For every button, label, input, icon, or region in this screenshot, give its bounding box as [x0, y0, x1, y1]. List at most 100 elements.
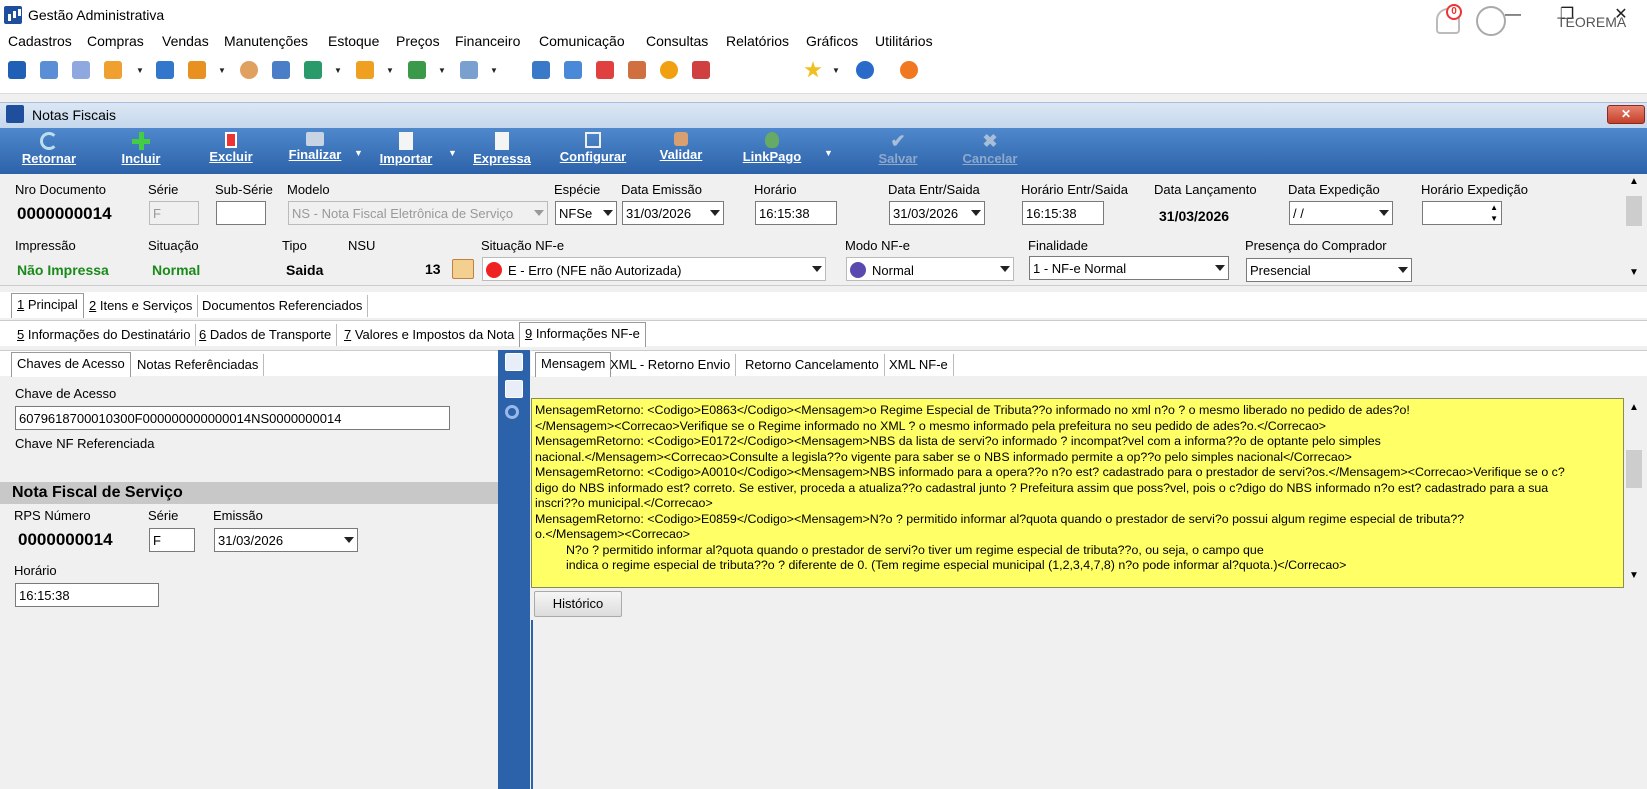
- menu-estoque[interactable]: Estoque: [328, 33, 379, 49]
- menu-precos[interactable]: Preços: [396, 33, 440, 49]
- importar-button[interactable]: Importar: [370, 130, 442, 172]
- tab-notas-referenciadas[interactable]: Notas Referênciadas: [132, 354, 265, 376]
- cart-icon[interactable]: [304, 61, 322, 79]
- menu-financeiro[interactable]: Financeiro: [455, 33, 520, 49]
- rps-horario-field[interactable]: 16:15:38: [15, 583, 159, 607]
- tab-retorno-cancelamento[interactable]: Retorno Cancelamento: [740, 354, 885, 376]
- menu-manutencoes[interactable]: Manutenções: [224, 33, 308, 49]
- presenca-select[interactable]: Presencial: [1246, 258, 1412, 282]
- menu-vendas[interactable]: Vendas: [162, 33, 209, 49]
- menu-relatorios[interactable]: Relatórios: [726, 33, 789, 49]
- horario-entr-saida-field[interactable]: 16:15:38: [1022, 201, 1104, 225]
- panel-icon[interactable]: [505, 353, 523, 371]
- tab-mensagem[interactable]: Mensagem: [535, 352, 612, 377]
- tab-xml-retorno-envio[interactable]: XML - Retorno Envio: [605, 354, 737, 376]
- finalizar-button[interactable]: Finalizar: [280, 130, 350, 172]
- menu-consultas[interactable]: Consultas: [646, 33, 708, 49]
- finalidade-select[interactable]: 1 - NF-e Normal: [1029, 256, 1229, 280]
- sub-serie-field[interactable]: [216, 201, 266, 225]
- user-icon[interactable]: [1476, 6, 1506, 36]
- menu-compras[interactable]: Compras: [87, 33, 144, 49]
- serie-field[interactable]: F: [149, 201, 199, 225]
- data-expedicao-field[interactable]: / /: [1289, 201, 1393, 225]
- document-icon[interactable]: [156, 61, 174, 79]
- menu-graficos[interactable]: Gráficos: [806, 33, 858, 49]
- calculator-icon[interactable]: [564, 61, 582, 79]
- configurar-button[interactable]: Configurar: [552, 130, 634, 172]
- cancelar-button[interactable]: ✖ Cancelar: [954, 130, 1026, 172]
- scroll-thumb[interactable]: [1626, 196, 1642, 226]
- chevron-down-icon[interactable]: ▼: [354, 148, 363, 158]
- historico-button[interactable]: Histórico: [534, 591, 622, 617]
- power-icon[interactable]: [900, 61, 918, 79]
- printer-icon[interactable]: [460, 61, 478, 79]
- modelo-select[interactable]: NS - Nota Fiscal Eletrônica de Serviço: [288, 201, 548, 225]
- scroll-down-icon[interactable]: ▼: [1629, 570, 1639, 581]
- search-icon[interactable]: [505, 405, 519, 419]
- linkpago-button[interactable]: LinkPago: [736, 130, 808, 172]
- organization-icon[interactable]: [40, 61, 58, 79]
- message-scrollbar[interactable]: ▲ ▼: [1624, 398, 1644, 588]
- scroll-thumb[interactable]: [1626, 450, 1642, 488]
- retornar-button[interactable]: Retornar: [14, 130, 84, 172]
- sequence-icon[interactable]: [452, 259, 474, 279]
- person-icon[interactable]: [240, 61, 258, 79]
- tab-valores-impostos[interactable]: 7 Valores e Impostos da Nota: [339, 324, 521, 346]
- chevron-down-icon[interactable]: ▼: [438, 66, 446, 75]
- chart-icon[interactable]: [104, 61, 122, 79]
- menu-comunicacao[interactable]: Comunicação: [539, 33, 625, 49]
- horario-expedicao-field[interactable]: ▲ ▼: [1422, 201, 1502, 225]
- chevron-down-icon[interactable]: ▼: [832, 66, 840, 75]
- tab-principal[interactable]: 1 Principal: [11, 293, 84, 318]
- scroll-up-icon[interactable]: ▲: [1629, 402, 1639, 413]
- validar-button[interactable]: Validar: [652, 130, 710, 172]
- rps-emissao-field[interactable]: 31/03/2026: [214, 528, 358, 552]
- star-icon[interactable]: [804, 61, 822, 78]
- data-emissao-field[interactable]: 31/03/2026: [622, 201, 724, 225]
- grid-icon[interactable]: [532, 61, 550, 79]
- schedule-icon[interactable]: [628, 61, 646, 79]
- scroll-up-icon[interactable]: ▲: [1629, 176, 1639, 187]
- spinner-icon[interactable]: ▲ ▼: [1490, 202, 1498, 224]
- tab-dados-transporte[interactable]: 6 Dados de Transporte: [194, 324, 338, 346]
- chave-acesso-field[interactable]: 6079618700010300F000000000000014NS000000…: [15, 406, 450, 430]
- message-text[interactable]: MensagemRetorno: <Codigo>E0863</Codigo><…: [531, 398, 1624, 588]
- money-icon[interactable]: [408, 61, 426, 79]
- menu-cadastros[interactable]: Cadastros: [8, 33, 72, 49]
- modo-nfe-select[interactable]: Normal: [846, 257, 1014, 281]
- chevron-down-icon[interactable]: ▼: [490, 66, 498, 75]
- expressa-button[interactable]: Expressa: [468, 130, 536, 172]
- tab-documentos-referenciados[interactable]: Documentos Referenciados: [197, 295, 369, 317]
- especie-select[interactable]: NFSe: [555, 201, 617, 225]
- tab-xml-nfe[interactable]: XML NF-e: [884, 354, 954, 376]
- incluir-button[interactable]: Incluir: [108, 130, 174, 172]
- shop-icon[interactable]: [272, 61, 290, 79]
- chevron-down-icon[interactable]: ▼: [136, 66, 144, 75]
- card-icon[interactable]: [72, 61, 90, 79]
- excluir-button[interactable]: Excluir: [198, 130, 264, 172]
- notes-icon[interactable]: [8, 61, 26, 79]
- situacao-nfe-select[interactable]: E - Erro (NFE não Autorizada): [482, 257, 826, 281]
- chevron-down-icon[interactable]: ▼: [824, 148, 833, 158]
- tab-chaves-acesso[interactable]: Chaves de Acesso: [11, 352, 131, 377]
- tab-informacoes-nfe[interactable]: 9 Informações NF-e: [519, 322, 646, 347]
- header-scrollbar[interactable]: ▲ ▼: [1624, 174, 1644, 285]
- scroll-down-icon[interactable]: ▼: [1629, 267, 1639, 278]
- salvar-button[interactable]: ✔ Salvar: [866, 130, 930, 172]
- tab-informacoes-destinatario[interactable]: 5 Informações do Destinatário: [12, 324, 197, 346]
- lock-icon[interactable]: [660, 61, 678, 79]
- rps-serie-field[interactable]: F: [149, 528, 195, 552]
- report-icon[interactable]: [692, 61, 710, 79]
- box-icon[interactable]: [356, 61, 374, 79]
- info-icon[interactable]: [856, 61, 874, 79]
- horario-field[interactable]: 16:15:38: [755, 201, 837, 225]
- window-close-button[interactable]: ✕: [1607, 105, 1645, 124]
- chevron-down-icon[interactable]: ▼: [334, 66, 342, 75]
- chevron-down-icon[interactable]: ▼: [448, 148, 457, 158]
- data-entr-saida-field[interactable]: 31/03/2026: [889, 201, 985, 225]
- menu-utilitarios[interactable]: Utilitários: [875, 33, 933, 49]
- calendar-icon[interactable]: [596, 61, 614, 79]
- checklist-icon[interactable]: [505, 380, 523, 398]
- chevron-down-icon[interactable]: ▼: [386, 66, 394, 75]
- folder-icon[interactable]: [188, 61, 206, 79]
